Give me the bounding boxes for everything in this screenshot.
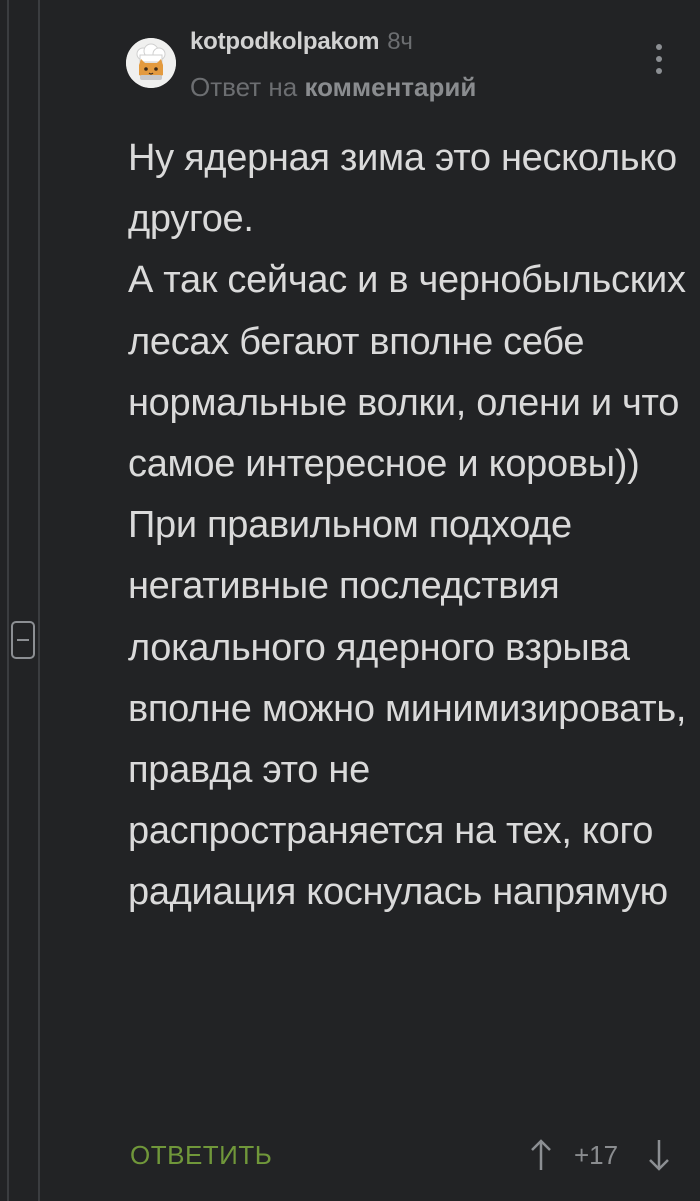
author-name[interactable]: kotpodkolpakom <box>190 28 379 55</box>
arrow-up-icon[interactable] <box>530 1138 552 1172</box>
reply-prefix: Ответ на <box>190 72 298 102</box>
collapse-thread-icon <box>17 639 29 641</box>
comment-text: Ну ядерная зима это несколько другое. А … <box>128 137 687 914</box>
thread-line-inner[interactable] <box>38 0 40 1201</box>
reply-target-link[interactable]: комментарий <box>304 72 476 102</box>
reply-to-line: Ответ на комментарий <box>190 72 476 103</box>
thread-line-outer <box>7 0 9 1201</box>
chef-cat-avatar <box>126 38 176 88</box>
more-vertical-icon[interactable] <box>652 44 666 74</box>
avatar[interactable] <box>126 38 176 88</box>
comment-rating: +17 <box>574 1140 619 1170</box>
comment-author[interactable]: kotpodkolpakom 8ч <box>190 28 413 56</box>
comment-time: 8ч <box>387 28 413 55</box>
arrow-down-icon[interactable] <box>648 1138 670 1172</box>
collapse-thread-button[interactable] <box>11 621 35 659</box>
reply-button[interactable]: ОТВЕТИТЬ <box>130 1140 272 1171</box>
